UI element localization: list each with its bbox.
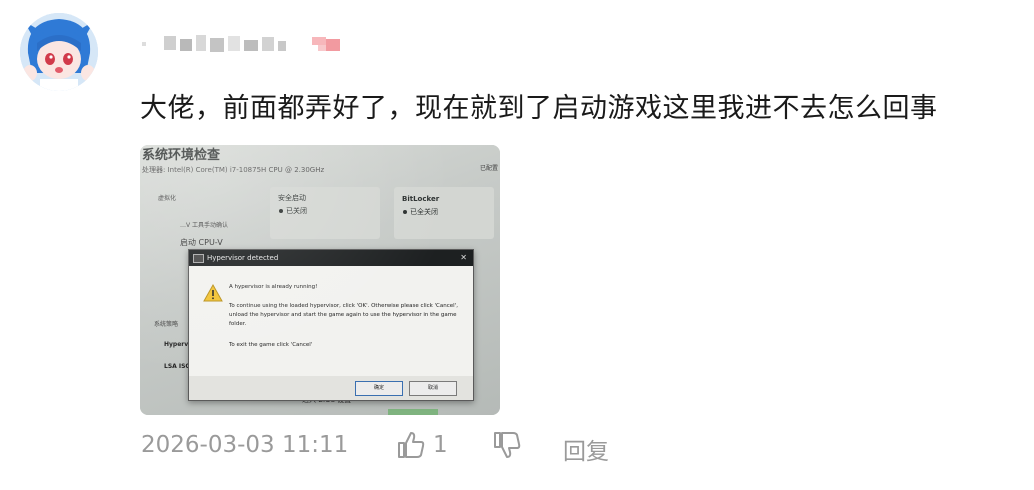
username-blurred[interactable] <box>142 33 347 55</box>
panel-secure-boot-title: 安全启动 <box>278 194 306 202</box>
like-count: 1 <box>433 432 448 458</box>
left-item-cpuv: 启动 CPU-V <box>180 238 223 247</box>
left-item-tool: …V 工具手动确认 <box>180 222 229 229</box>
photo-cpu-line: 处理器: Intel(R) Core(TM) i7-10875H CPU @ 2… <box>142 166 325 174</box>
thumbs-up-icon[interactable] <box>396 430 426 460</box>
ok-button[interactable]: 确定 <box>355 381 403 396</box>
dialog-line3: To exit the game click 'Cancel' <box>229 342 313 348</box>
reply-button[interactable]: 回复 <box>563 432 609 466</box>
comment-timestamp: 2026-03-03 11:11 <box>141 432 349 458</box>
window-icon <box>193 254 204 263</box>
hypervisor-dialog: Hypervisor detected ✕ A hypervisor is al… <box>188 249 474 401</box>
avatar[interactable] <box>20 13 98 91</box>
dialog-titlebar: Hypervisor detected ✕ <box>189 250 473 266</box>
dialog-line2: To continue using the loaded hypervisor,… <box>229 303 458 327</box>
dialog-title: Hypervisor detected <box>207 254 279 262</box>
dialog-line1: A hypervisor is already running! <box>229 284 318 290</box>
comment-photo[interactable]: 系统环境检查 处理器: Intel(R) Core(TM) i7-10875H … <box>140 145 500 415</box>
panel-bitlocker-status: 已全关闭 <box>410 208 438 216</box>
photo-heading: 系统环境检查 <box>142 148 221 163</box>
dialog-footer: 确定 取消 <box>189 376 473 400</box>
close-icon[interactable]: ✕ <box>460 250 467 266</box>
photo-top-badge: 已配置 <box>480 165 499 172</box>
thumbs-down-icon[interactable] <box>492 430 522 460</box>
comment-text: 大佬，前面都弄好了，现在就到了启动游戏这里我进不去怎么回事 <box>140 93 938 124</box>
warning-icon <box>203 284 223 302</box>
left-item-virt: 虚拟化 <box>158 195 177 202</box>
panel-bitlocker-title: BitLocker <box>402 195 440 203</box>
cancel-button[interactable]: 取消 <box>409 381 457 396</box>
left-item-policy: 系统策略 <box>154 321 179 328</box>
panel-secure-boot-status: 已关闭 <box>286 207 307 215</box>
